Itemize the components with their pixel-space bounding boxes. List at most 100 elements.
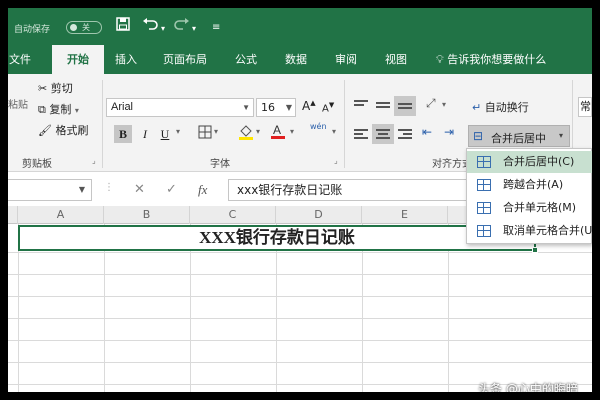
italic-button[interactable]: I: [136, 125, 154, 143]
font-size-value: 16: [261, 101, 275, 114]
column-header-c[interactable]: C: [190, 206, 276, 224]
font-group-label: 字体: [210, 159, 230, 170]
column-header-e[interactable]: E: [362, 206, 448, 224]
font-name-select[interactable]: Arial ▼: [106, 98, 254, 117]
font-launcher-icon[interactable]: ⌟: [334, 156, 338, 165]
select-all-corner[interactable]: [8, 206, 18, 224]
tab-review[interactable]: 审阅: [328, 45, 364, 74]
tab-formulas[interactable]: 公式: [228, 45, 264, 74]
svg-text:A: A: [273, 123, 281, 137]
undo-dropdown-icon[interactable]: ▾: [161, 21, 165, 37]
menu-item-merge-cells[interactable]: 合并单元格(M): [467, 197, 592, 219]
save-icon[interactable]: [116, 17, 130, 34]
autosave-state: 关: [82, 23, 90, 32]
copy-icon: ⧉: [38, 103, 46, 116]
undo-icon[interactable]: [142, 17, 160, 34]
excel-window: 自动保存 关 ▾ ▾ ≡ 文件 开始 插入 页面布局 公式 数据 审阅 视图 💡…: [8, 8, 592, 392]
merge-icon: ⊟: [473, 129, 484, 143]
tab-data[interactable]: 数据: [278, 45, 314, 74]
merge-center-label: 合并后居中: [491, 132, 546, 145]
cancel-icon[interactable]: ✕: [134, 182, 145, 197]
orientation-icon[interactable]: ⤢: [426, 96, 436, 111]
merge-dropdown-menu: 合并后居中(C) 跨越合并(A) 合并单元格(M) 取消单元格合并(U): [466, 148, 592, 244]
menu-item-merge-center[interactable]: 合并后居中(C): [467, 151, 592, 173]
format-painter-label: 格式刷: [55, 124, 89, 137]
orientation-dropdown-icon[interactable]: ▾: [442, 100, 446, 109]
tab-insert[interactable]: 插入: [108, 45, 144, 74]
align-left-icon[interactable]: [354, 129, 370, 141]
format-painter-button[interactable]: 🖌︎ 格式刷: [38, 122, 88, 138]
bold-button[interactable]: B: [114, 125, 132, 143]
underline-dropdown-icon[interactable]: ▾: [176, 127, 180, 136]
borders-icon[interactable]: [198, 125, 212, 142]
merge-cells-icon: [477, 202, 491, 214]
formula-bar-grip-icon: ⋮: [104, 182, 114, 193]
borders-dropdown-icon[interactable]: ▾: [214, 127, 218, 136]
menu-item-label: 取消单元格合并(U): [503, 224, 592, 237]
column-header-a[interactable]: A: [18, 206, 104, 224]
menu-item-merge-across[interactable]: 跨越合并(A): [467, 174, 592, 196]
align-center-icon: [376, 129, 392, 141]
copy-button[interactable]: ⧉ 复制 ▾: [38, 101, 79, 117]
column-header-d[interactable]: D: [276, 206, 362, 224]
autosave-toggle[interactable]: 关: [66, 21, 102, 34]
font-color-dropdown-icon[interactable]: ▾: [290, 127, 294, 136]
merged-title-cell[interactable]: XXX银行存款日记账: [18, 225, 538, 253]
align-top-icon[interactable]: [354, 100, 370, 112]
menu-item-label: 合并后居中(C): [503, 155, 575, 168]
paste-button[interactable]: 粘贴: [8, 96, 28, 111]
grid-line: [8, 252, 592, 253]
redo-dropdown-icon[interactable]: ▾: [192, 21, 196, 37]
copy-label: 复制: [49, 103, 72, 116]
customize-qat-icon[interactable]: ≡: [212, 20, 220, 36]
wrap-text-button[interactable]: ↵ 自动换行: [472, 99, 529, 115]
phonetic-dropdown-icon[interactable]: ▾: [332, 127, 336, 136]
insert-function-icon[interactable]: fx: [198, 182, 207, 198]
tell-me-text: 告诉我你想要做什么: [447, 53, 547, 66]
cut-label: 剪切: [50, 82, 73, 95]
phonetic-guide-icon[interactable]: wén: [310, 122, 327, 131]
title-bar: 自动保存 关 ▾ ▾ ≡: [8, 8, 592, 45]
clipboard-group-label: 剪贴板: [22, 159, 52, 170]
chevron-down-icon: ▼: [78, 185, 85, 194]
number-format-select[interactable]: 常: [578, 97, 592, 117]
increase-font-icon[interactable]: A▲: [302, 99, 316, 113]
merge-across-icon: [477, 179, 491, 191]
enter-icon[interactable]: ✓: [166, 182, 177, 197]
clipboard-launcher-icon[interactable]: ⌟: [92, 156, 96, 165]
fill-handle[interactable]: [532, 247, 538, 253]
tab-view[interactable]: 视图: [378, 45, 414, 74]
redo-icon[interactable]: [174, 17, 190, 34]
column-header-b[interactable]: B: [104, 206, 190, 224]
tell-me-box[interactable]: 💡︎ 告诉我你想要做什么: [436, 45, 546, 74]
underline-button[interactable]: U: [156, 125, 174, 143]
wrap-text-label: 自动换行: [484, 101, 529, 114]
increase-indent-icon[interactable]: ⇥: [444, 125, 454, 139]
grid-line: [8, 340, 592, 341]
decrease-font-icon[interactable]: A▼: [322, 101, 334, 114]
fill-color-icon[interactable]: [238, 123, 254, 144]
font-size-select[interactable]: 16 ▼: [256, 98, 296, 117]
fill-color-dropdown-icon[interactable]: ▾: [256, 127, 260, 136]
menu-item-unmerge-cells[interactable]: 取消单元格合并(U): [467, 220, 592, 242]
align-right-icon[interactable]: [398, 129, 414, 141]
tab-home[interactable]: 开始: [52, 45, 104, 74]
align-bottom-icon: [398, 103, 414, 115]
grid-line: [8, 362, 592, 363]
font-color-icon[interactable]: A: [270, 122, 286, 143]
merged-title-text: XXX银行存款日记账: [199, 228, 355, 247]
merge-center-button[interactable]: ⊟ 合并后居中 ▾: [468, 125, 570, 147]
name-box[interactable]: ▼: [8, 179, 92, 201]
grid-line: [8, 296, 592, 297]
scissors-icon: ✂: [38, 82, 48, 95]
merge-dropdown-icon[interactable]: ▾: [559, 131, 563, 140]
align-middle-icon[interactable]: [376, 102, 392, 114]
font-name-value: Arial: [111, 101, 134, 113]
decrease-indent-icon[interactable]: ⇤: [422, 125, 432, 139]
cut-button[interactable]: ✂ 剪切: [38, 80, 73, 96]
wrap-text-icon: ↵: [472, 101, 482, 114]
merge-center-icon: [477, 156, 491, 168]
unmerge-cells-icon: [477, 225, 491, 237]
tab-page-layout[interactable]: 页面布局: [156, 45, 214, 74]
tab-file[interactable]: 文件: [8, 45, 32, 74]
